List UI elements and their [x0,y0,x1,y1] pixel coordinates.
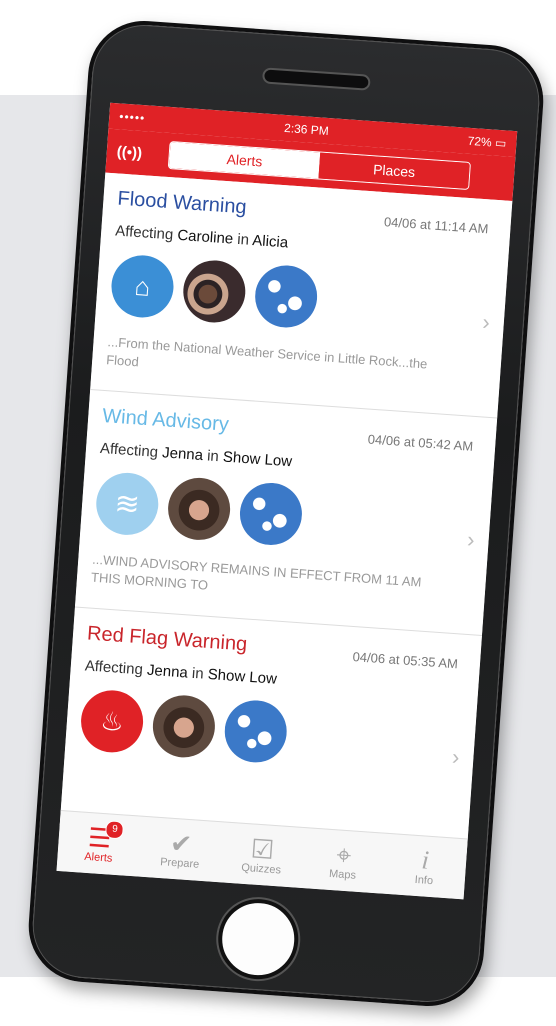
affected-person: Caroline [176,226,234,248]
tabbar-prepare[interactable]: ✔ Prepare [138,817,224,883]
alerts-icon: ☰ 9 [87,820,125,854]
alert-card[interactable]: Wind Advisory 04/06 at 05:42 AM Affectin… [74,390,498,636]
alerts-badge: 9 [105,820,125,840]
affected-person: Jenna [146,661,189,682]
wind-icon: ≋ [94,470,161,537]
alert-description: ...From the National Weather Service in … [105,334,428,372]
broadcast-icon[interactable]: ((•)) [116,143,161,163]
chevron-right-icon: › [481,309,491,335]
affected-place: Alicia [251,232,289,252]
avatar [150,693,217,760]
affected-person: Jenna [161,444,204,465]
affecting-label: Affecting [84,657,144,679]
battery-indicator: 72% ▭ [467,134,507,151]
tab-alerts[interactable]: Alerts [168,142,321,179]
affected-place: Show Low [222,448,293,471]
tabbar-quizzes[interactable]: ☑ Quizzes [219,822,305,888]
check-icon: ✔ [169,827,194,860]
signal-icon: ••••• [118,109,146,126]
flood-icon: ⌂ [109,253,176,320]
alert-icons: ≋ [94,470,477,559]
map-icon: ⌖ [335,839,353,871]
tabbar-label: Maps [328,867,357,882]
affecting-label: Affecting [114,222,174,244]
chevron-right-icon: › [466,526,476,553]
alert-card[interactable]: Flood Warning 04/06 at 11:14 AM Affectin… [90,172,513,419]
alert-icons: ♨ [78,688,462,776]
battery-text: 72% [467,133,493,150]
phone-wrap: ••••• 2:36 PM 72% ▭ ((•)) Alerts Places … [0,0,556,1026]
speaker-grille [261,67,371,91]
tabbar-label: Info [414,873,434,888]
phone-frame: ••••• 2:36 PM 72% ▭ ((•)) Alerts Places … [24,17,548,1010]
chevron-right-icon: › [451,744,461,770]
tabbar-info[interactable]: i Info [382,834,468,900]
home-button[interactable] [215,896,301,982]
fire-icon: ♨ [78,688,146,755]
radar-map-icon [222,698,289,765]
radar-map-icon [237,480,305,548]
tabbar-alerts[interactable]: ☰ 9 Alerts [57,811,143,877]
alerts-list: Flood Warning 04/06 at 11:14 AM Affectin… [59,172,513,854]
tabbar-maps[interactable]: ⌖ Maps [301,828,387,894]
affected-place: Show Low [207,665,278,688]
avatar [181,258,248,325]
affecting-label: Affecting [99,439,159,461]
in-label: in [206,447,220,466]
in-label: in [236,230,250,249]
in-label: in [191,664,205,683]
quiz-icon: ☑ [249,833,276,865]
info-icon: i [420,845,430,875]
radar-map-icon [253,263,320,330]
avatar [166,475,233,543]
alert-icons: ⌂ [109,253,492,341]
phone-screen: ••••• 2:36 PM 72% ▭ ((•)) Alerts Places … [56,102,518,900]
alert-description: ...WIND ADVISORY REMAINS IN EFFECT FROM … [90,551,422,593]
tab-places[interactable]: Places [318,152,470,189]
status-time: 2:36 PM [283,120,330,139]
battery-icon: ▭ [494,135,507,151]
